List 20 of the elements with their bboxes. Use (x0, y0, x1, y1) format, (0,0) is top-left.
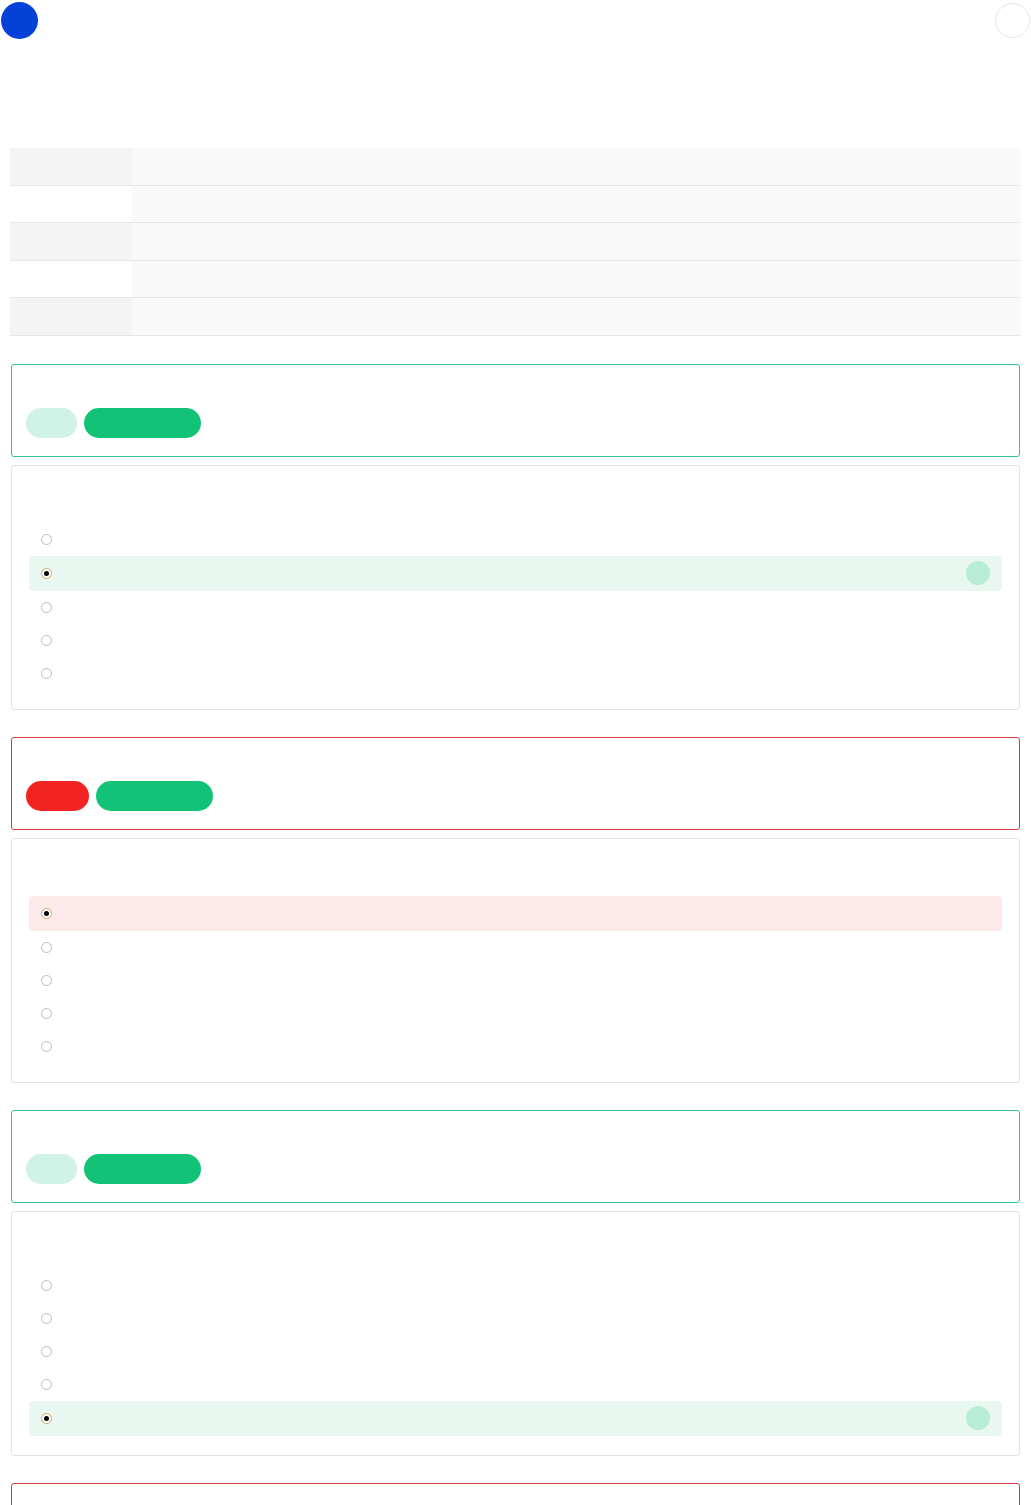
result-pill (26, 1153, 77, 1184)
check-badge (966, 561, 990, 585)
radio-button[interactable] (41, 1279, 52, 1291)
result-pill (26, 407, 77, 438)
radio-button[interactable] (41, 1378, 52, 1390)
radio-button[interactable] (41, 567, 52, 579)
radio-button[interactable] (41, 1412, 52, 1424)
radio-button[interactable] (41, 1345, 52, 1357)
radio-button[interactable] (41, 667, 52, 679)
radio-button[interactable] (41, 907, 52, 919)
radio-button[interactable] (41, 1007, 52, 1019)
radio-button[interactable] (41, 1312, 52, 1324)
radio-button[interactable] (41, 1040, 52, 1052)
result-pill (26, 780, 89, 811)
radio-button[interactable] (41, 601, 52, 613)
radio-button[interactable] (41, 533, 52, 545)
radio-button[interactable] (41, 634, 52, 646)
radio-button[interactable] (41, 941, 52, 953)
check-badge (966, 1406, 990, 1430)
radio-button[interactable] (41, 974, 52, 986)
